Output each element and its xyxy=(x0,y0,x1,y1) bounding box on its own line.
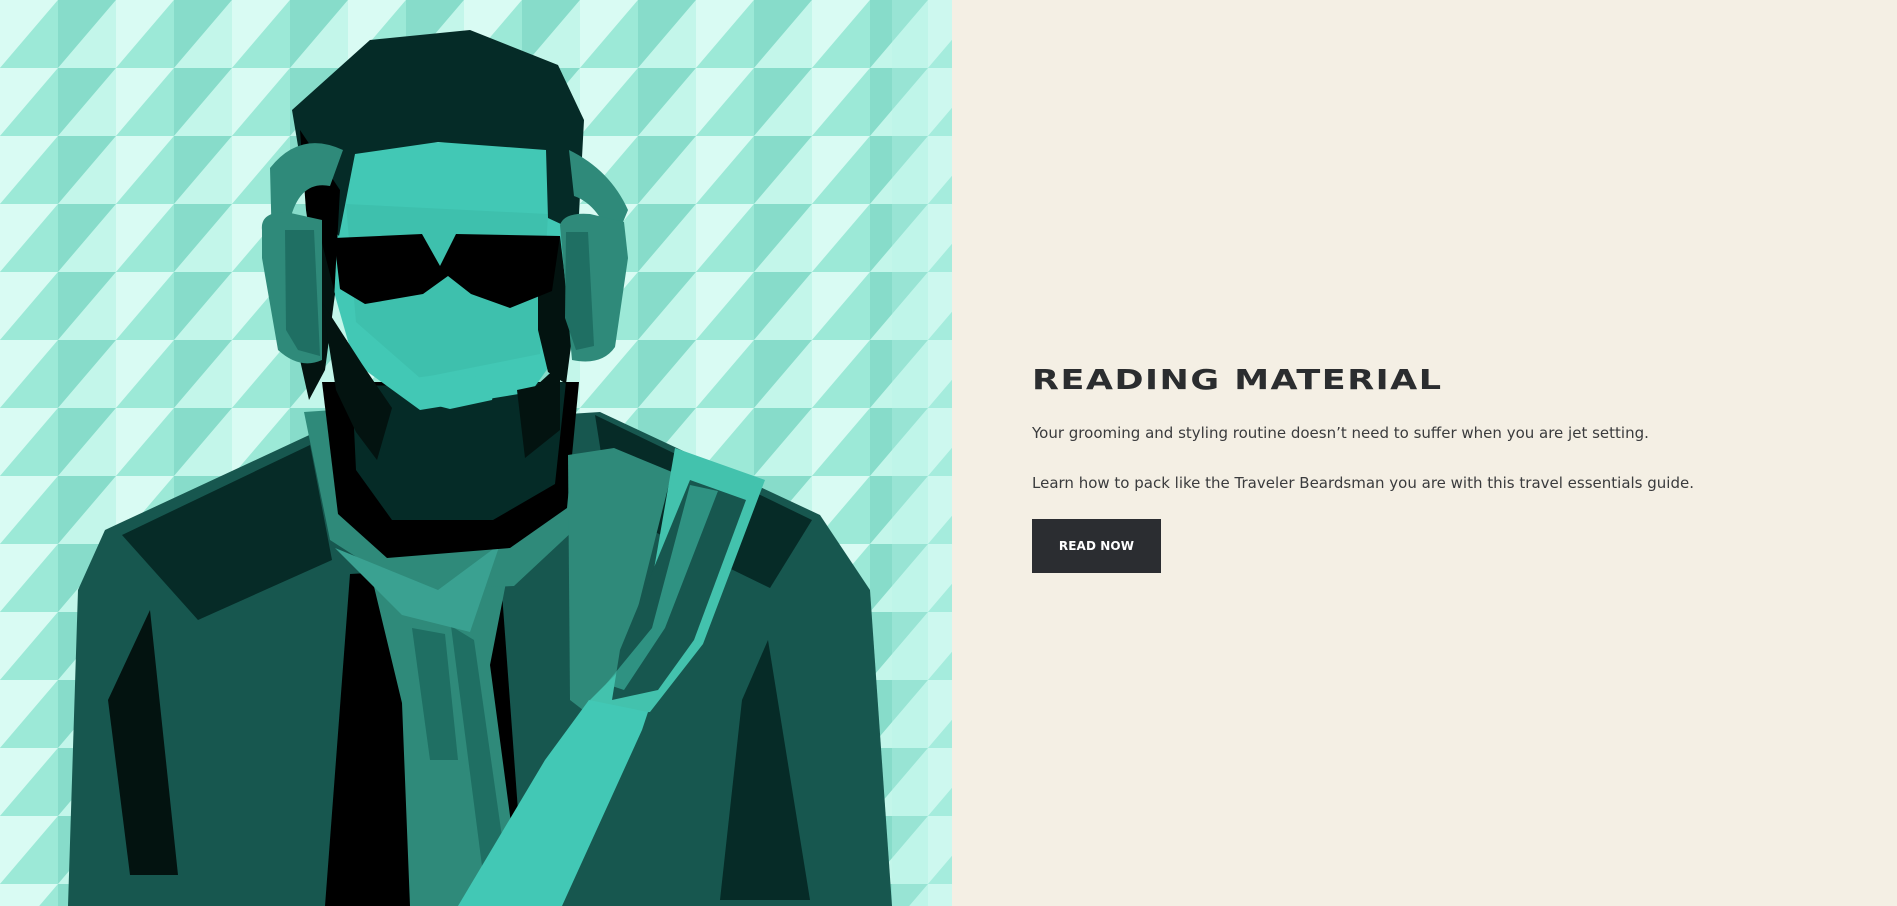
headline: READING MATERIAL xyxy=(1032,363,1443,396)
hero-section: READING MATERIAL Your grooming and styli… xyxy=(0,0,1897,906)
body-copy-grooming: Your grooming and styling routine doesn’… xyxy=(1032,424,1649,442)
hero-illustration xyxy=(0,0,952,906)
reading-material-card: READING MATERIAL Your grooming and styli… xyxy=(1032,366,1852,573)
read-now-button[interactable]: READ NOW xyxy=(1032,519,1161,573)
body-copy-travel-guide: Learn how to pack like the Traveler Bear… xyxy=(1032,473,1694,492)
content-panel: READING MATERIAL Your grooming and styli… xyxy=(952,0,1897,906)
bearded-man-illustration xyxy=(0,0,952,906)
